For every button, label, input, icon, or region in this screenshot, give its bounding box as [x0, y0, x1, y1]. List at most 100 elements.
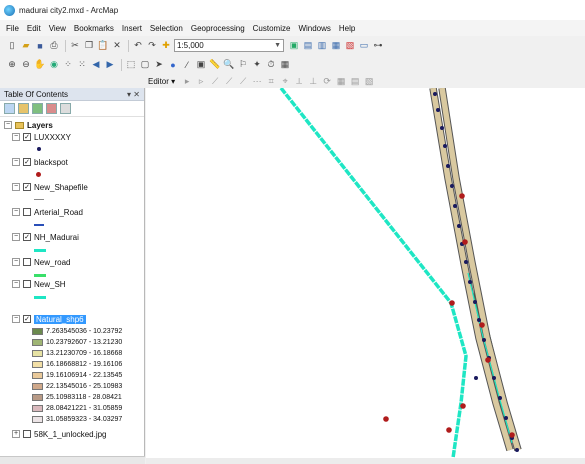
endpoint-arc-icon[interactable]: ⟋ — [223, 75, 235, 87]
time-slider-icon[interactable]: ⏱ — [265, 59, 277, 71]
layer-58k-raster[interactable]: + 58K_1_unlocked.jpg — [12, 428, 107, 440]
select-features-icon[interactable]: ▢ — [139, 59, 151, 71]
luxxxxy-point[interactable] — [474, 376, 478, 380]
point-icon[interactable]: ⋯ — [251, 75, 263, 87]
fixed-zoom-out-icon[interactable]: ⁙ — [76, 59, 88, 71]
layer-visibility-checkbox[interactable] — [23, 258, 31, 266]
collapse-icon[interactable]: − — [12, 208, 20, 216]
layer-luxxxxy[interactable]: − ✓ LUXXXXY — [12, 131, 71, 143]
luxxxxy-point[interactable] — [450, 184, 454, 188]
map-view[interactable] — [146, 88, 585, 458]
reshape-icon[interactable]: ⌖ — [279, 75, 291, 87]
layer-new-road[interactable]: − New_road — [12, 256, 70, 268]
save-icon[interactable]: ■ — [34, 40, 46, 52]
blackspot-point[interactable] — [449, 300, 455, 306]
search-window-icon[interactable]: ▦ — [330, 40, 342, 52]
delete-icon[interactable]: ✕ — [111, 40, 123, 52]
measure-icon[interactable]: 📏 — [209, 59, 221, 71]
menu-help[interactable]: Help — [339, 24, 355, 33]
layer-visibility-checkbox[interactable] — [23, 430, 31, 438]
blackspot-point[interactable] — [383, 416, 389, 422]
luxxxxy-point[interactable] — [446, 164, 450, 168]
select-by-graphics-icon[interactable]: ⬚ — [125, 59, 137, 71]
zoom-out-icon[interactable]: ⊖ — [20, 59, 32, 71]
blackspot-point[interactable] — [459, 193, 465, 199]
create-features-icon[interactable]: ▧ — [363, 75, 375, 87]
layer-visibility-checkbox[interactable] — [23, 280, 31, 288]
list-by-visibility-icon[interactable] — [32, 103, 43, 114]
select-elements-icon[interactable]: ➤ — [153, 59, 165, 71]
luxxxxy-point[interactable] — [473, 300, 477, 304]
zoom-in-icon[interactable]: ⊕ — [6, 59, 18, 71]
sketch-properties-icon[interactable]: ▤ — [349, 75, 361, 87]
editor-toolbar-icon[interactable]: ▣ — [288, 40, 300, 52]
toc-options-icon[interactable] — [60, 103, 71, 114]
layer-visibility-checkbox[interactable]: ✓ — [23, 158, 31, 166]
blackspot-point[interactable] — [446, 427, 452, 433]
luxxxxy-point[interactable] — [498, 396, 502, 400]
layer-visibility-checkbox[interactable]: ✓ — [23, 315, 31, 323]
map-canvas[interactable] — [146, 88, 585, 458]
fixed-zoom-in-icon[interactable]: ⁘ — [62, 59, 74, 71]
open-folder-icon[interactable]: ▰ — [20, 40, 32, 52]
blackspot-point[interactable] — [509, 432, 515, 438]
cut-polygons-icon[interactable]: ⟂ — [293, 75, 305, 87]
back-extent-icon[interactable]: ◀ — [90, 59, 102, 71]
luxxxxy-point[interactable] — [515, 448, 519, 452]
collapse-icon[interactable]: − — [12, 280, 20, 288]
collapse-icon[interactable]: − — [12, 258, 20, 266]
copy-icon[interactable]: ❐ — [83, 40, 95, 52]
luxxxxy-point[interactable] — [464, 260, 468, 264]
list-by-source-icon[interactable] — [18, 103, 29, 114]
new-document-icon[interactable]: ▯ — [6, 40, 18, 52]
blackspot-point[interactable] — [479, 322, 485, 328]
add-data-icon[interactable]: ✚ — [160, 40, 172, 52]
go-to-xy-icon[interactable]: ✦ — [251, 59, 263, 71]
menu-geoprocessing[interactable]: Geoprocessing — [191, 24, 245, 33]
luxxxxy-point[interactable] — [504, 416, 508, 420]
map-scale-dropdown[interactable]: 1:5,000 ▼ — [174, 39, 284, 52]
luxxxxy-point[interactable] — [477, 318, 481, 322]
menu-selection[interactable]: Selection — [150, 24, 183, 33]
find-icon[interactable]: 🔍 — [223, 59, 235, 71]
luxxxxy-point[interactable] — [433, 92, 437, 96]
redo-icon[interactable]: ↷ — [146, 40, 158, 52]
blackspot-point[interactable] — [460, 403, 466, 409]
print-icon[interactable]: ⎙ — [48, 40, 60, 52]
pan-icon[interactable]: ✋ — [34, 59, 46, 71]
attributes-icon[interactable]: ▦ — [335, 75, 347, 87]
straight-segment-icon[interactable]: ⟋ — [209, 75, 221, 87]
nh-madurai-road[interactable] — [279, 88, 468, 458]
list-by-drawing-order-icon[interactable] — [4, 103, 15, 114]
layer-visibility-checkbox[interactable]: ✓ — [23, 133, 31, 141]
expand-icon[interactable]: + — [12, 430, 20, 438]
html-popup-icon[interactable]: ⁄ — [181, 59, 193, 71]
luxxxxy-point[interactable] — [440, 126, 444, 130]
menu-windows[interactable]: Windows — [298, 24, 330, 33]
menu-bookmarks[interactable]: Bookmarks — [74, 24, 114, 33]
collapse-icon[interactable]: − — [12, 233, 20, 241]
collapse-icon[interactable]: − — [12, 158, 20, 166]
catalog-icon[interactable]: ▥ — [316, 40, 328, 52]
collapse-icon[interactable]: − — [4, 121, 12, 129]
paste-icon[interactable]: 📋 — [97, 40, 109, 52]
find-route-icon[interactable]: ⚐ — [237, 59, 249, 71]
layer-visibility-checkbox[interactable] — [23, 208, 31, 216]
layer-blackspot[interactable]: − ✓ blackspot — [12, 156, 68, 168]
layer-visibility-checkbox[interactable]: ✓ — [23, 183, 31, 191]
list-by-selection-icon[interactable] — [46, 103, 57, 114]
blackspot-point[interactable] — [485, 357, 491, 363]
arctoolbox-icon[interactable]: ▧ — [344, 40, 356, 52]
luxxxxy-point[interactable] — [468, 280, 472, 284]
luxxxxy-point[interactable] — [453, 204, 457, 208]
layers-group[interactable]: − Layers — [4, 119, 53, 131]
layer-natural-shp6[interactable]: − ✓ Natural_shp6 — [12, 313, 86, 325]
layer-nh-madurai[interactable]: − ✓ NH_Madurai — [12, 231, 79, 243]
create-viewer-window-icon[interactable]: ▦ — [279, 59, 291, 71]
edit-annotation-icon[interactable]: ▹ — [195, 75, 207, 87]
model-builder-icon[interactable]: ⊶ — [372, 40, 384, 52]
menu-edit[interactable]: Edit — [27, 24, 41, 33]
split-tool-icon[interactable]: ⊥ — [307, 75, 319, 87]
menu-view[interactable]: View — [49, 24, 66, 33]
cut-icon[interactable]: ✂ — [69, 40, 81, 52]
